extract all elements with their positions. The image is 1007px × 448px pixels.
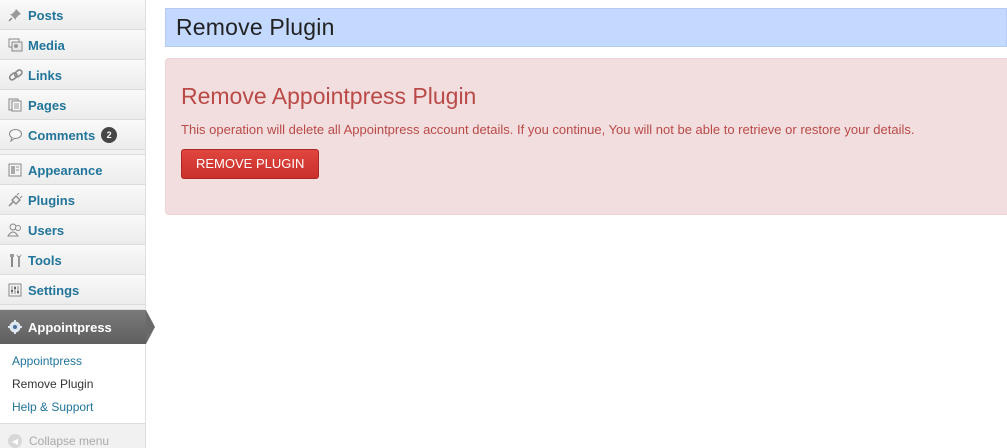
comment-icon [6,126,24,144]
sidebar-item-posts[interactable]: Posts [0,0,145,30]
link-icon [6,66,24,84]
alert-message: This operation will delete all Appointpr… [181,122,915,137]
pin-icon [6,6,24,24]
collapse-arrow-icon: ◀ [8,434,22,448]
page-title-bar: Remove Plugin [165,8,1007,47]
pages-icon [6,96,24,114]
sidebar-item-label: Appearance [28,162,103,178]
settings-icon [6,281,24,299]
remove-plugin-button[interactable]: REMOVE PLUGIN [181,149,320,179]
sidebar-item-label: Settings [28,282,80,298]
admin-sidebar: Posts Media Links Pages Comments 2 Appea… [0,0,155,448]
active-menu-arrow [146,310,155,344]
plugin-icon [6,191,24,209]
sidebar-item-label: Media [28,37,65,53]
sidebar-item-users[interactable]: Users [0,215,145,245]
alert-heading: Remove Appointpress Plugin [181,83,477,109]
submenu-item-appointpress[interactable]: Appointpress [0,350,145,373]
sidebar-item-tools[interactable]: Tools [0,245,145,275]
submenu-item-help-support[interactable]: Help & Support [0,396,145,419]
media-icon [6,36,24,54]
sidebar-item-label: Links [28,67,62,83]
sidebar-item-appointpress[interactable]: Appointpress [0,310,155,344]
appearance-icon [6,161,24,179]
sidebar-item-comments[interactable]: Comments 2 [0,120,145,150]
sidebar-item-links[interactable]: Links [0,60,145,90]
appointpress-submenu: Appointpress Remove Plugin Help & Suppor… [0,344,145,424]
collapse-menu-button[interactable]: ◀ Collapse menu [0,424,145,448]
sidebar-item-label: Pages [28,97,67,113]
sidebar-item-label: Plugins [28,192,75,208]
page-title: Remove Plugin [176,14,335,40]
sidebar-item-settings[interactable]: Settings [0,275,145,305]
sidebar-item-pages[interactable]: Pages [0,90,145,120]
sidebar-item-label: Posts [28,7,64,23]
users-icon [6,221,24,239]
sidebar-item-appearance[interactable]: Appearance [0,155,145,185]
sidebar-item-label: Tools [28,252,62,268]
submenu-item-remove-plugin[interactable]: Remove Plugin [0,373,145,396]
remove-plugin-alert: Remove Appointpress Plugin This operatio… [165,58,1007,215]
comment-count-badge: 2 [101,127,118,143]
sidebar-item-media[interactable]: Media [0,30,145,60]
sidebar-item-plugins[interactable]: Plugins [0,185,145,215]
sidebar-item-label: Comments [28,127,96,143]
sidebar-item-label: Appointpress [28,319,112,335]
collapse-menu-label: Collapse menu [29,434,110,448]
sidebar-item-label: Users [28,222,65,238]
tools-icon [6,251,24,269]
gear-icon [6,318,24,336]
